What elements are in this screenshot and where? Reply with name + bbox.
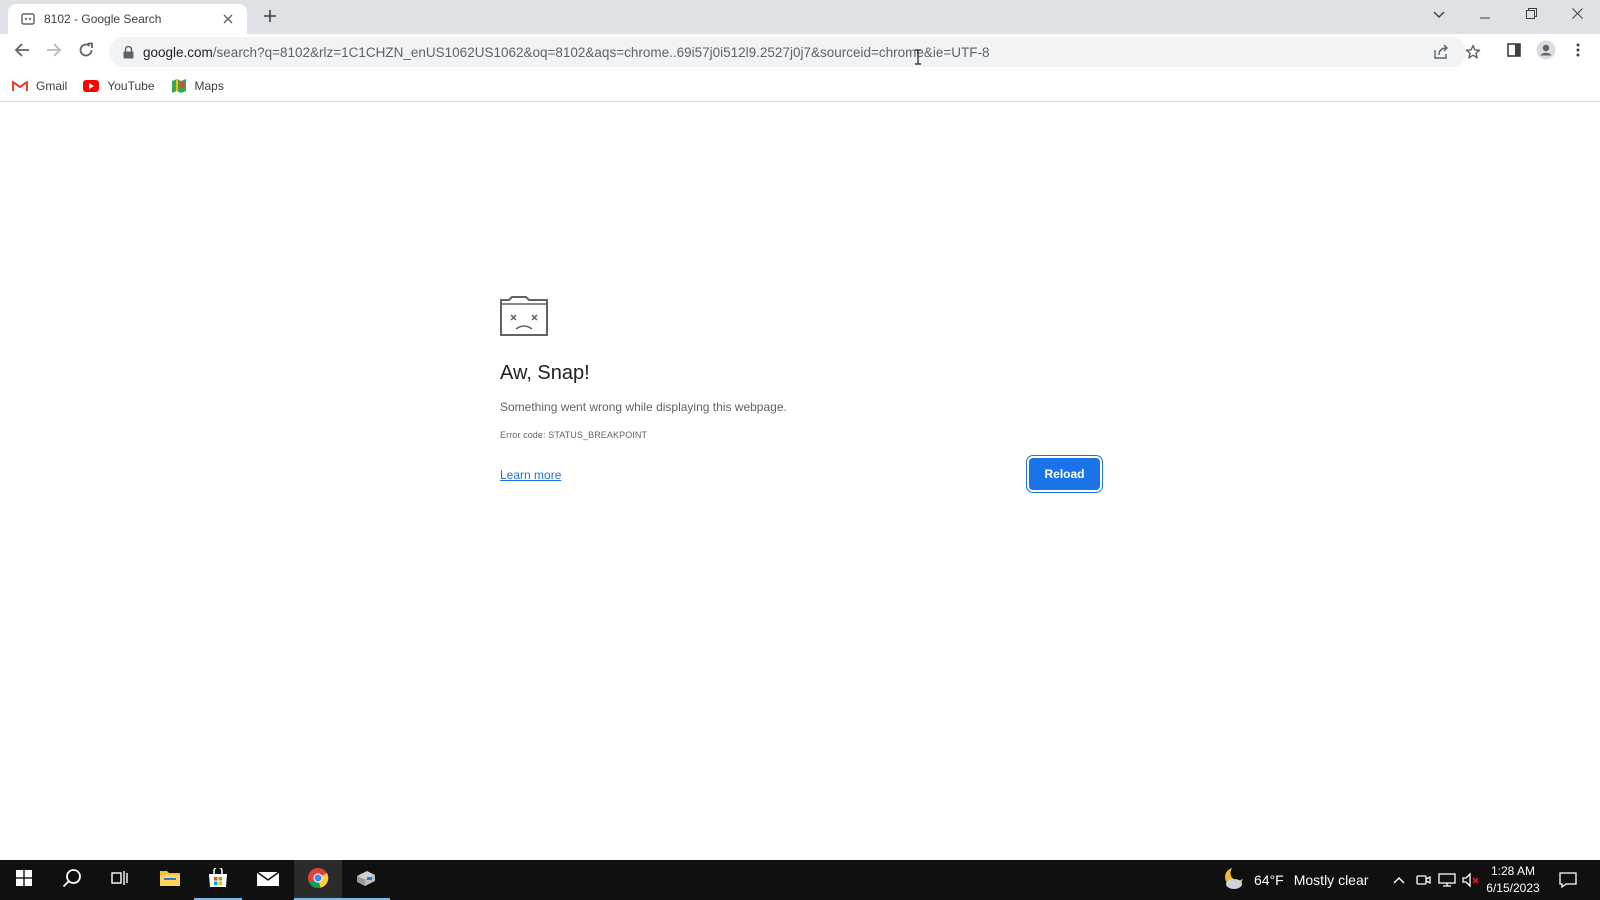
weather-widget[interactable]: 64°F Mostly clear bbox=[1222, 860, 1368, 900]
page-content: Aw, Snap! Something went wrong while dis… bbox=[0, 103, 1600, 860]
search-icon bbox=[62, 868, 82, 893]
forward-button[interactable] bbox=[40, 38, 68, 66]
back-button[interactable] bbox=[8, 38, 36, 66]
bookmark-gmail[interactable]: Gmail bbox=[12, 78, 67, 94]
minimize-button[interactable] bbox=[1462, 0, 1508, 30]
error-title: Aw, Snap! bbox=[500, 362, 590, 384]
error-container: Aw, Snap! Something went wrong while dis… bbox=[500, 296, 1100, 490]
close-icon bbox=[1571, 6, 1583, 24]
bookmark-maps[interactable]: Maps bbox=[171, 78, 224, 94]
tab-search-button[interactable] bbox=[1416, 0, 1462, 30]
file-explorer-button[interactable] bbox=[146, 860, 194, 900]
reload-icon bbox=[78, 42, 94, 63]
url-text: google.com/search?q=8102&rlz=1C1CHZN_enU… bbox=[143, 45, 990, 60]
notification-icon[interactable] bbox=[1558, 870, 1578, 890]
network-icon[interactable] bbox=[1437, 870, 1457, 890]
tab-google-search[interactable]: 8102 - Google Search bbox=[8, 4, 247, 34]
share-icon[interactable] bbox=[1429, 41, 1453, 63]
profile-button[interactable] bbox=[1532, 38, 1560, 66]
window-close-button[interactable] bbox=[1554, 0, 1600, 30]
lock-icon[interactable] bbox=[121, 45, 135, 59]
star-icon[interactable] bbox=[1461, 41, 1485, 63]
app-icon bbox=[355, 868, 377, 893]
bookmarks-bar: Gmail YouTube Maps bbox=[0, 70, 1600, 102]
task-view-icon bbox=[111, 870, 129, 891]
clock-time: 1:28 AM bbox=[1490, 864, 1536, 878]
weather-condition: Mostly clear bbox=[1293, 872, 1369, 888]
restore-icon bbox=[1525, 6, 1537, 24]
plus-icon bbox=[263, 9, 277, 28]
kebab-menu-icon bbox=[1576, 43, 1580, 62]
mail-icon bbox=[256, 869, 280, 892]
text-cursor-icon bbox=[914, 49, 922, 65]
meet-icon[interactable] bbox=[1413, 870, 1433, 890]
clock-date: 6/15/2023 bbox=[1486, 881, 1540, 895]
gmail-icon bbox=[12, 78, 28, 94]
file-explorer-icon bbox=[159, 869, 181, 892]
task-view-button[interactable] bbox=[96, 860, 144, 900]
reload-button[interactable]: Reload bbox=[1029, 458, 1100, 490]
bookmark-label: Gmail bbox=[36, 78, 68, 93]
taskbar: 64°F Mostly clear 1:28 AM 6/15/2023 bbox=[0, 860, 1600, 900]
weather-temp: 64°F bbox=[1254, 872, 1284, 888]
bookmark-label: YouTube bbox=[107, 78, 155, 93]
side-panel-button[interactable] bbox=[1500, 38, 1528, 66]
bookmark-youtube[interactable]: YouTube bbox=[83, 78, 155, 94]
mail-button[interactable] bbox=[244, 860, 292, 900]
tab-title: 8102 - Google Search bbox=[44, 12, 162, 26]
start-button[interactable] bbox=[0, 860, 48, 900]
restore-button[interactable] bbox=[1508, 0, 1554, 30]
address-bar[interactable]: google.com/search?q=8102&rlz=1C1CHZN_enU… bbox=[109, 37, 1481, 67]
store-button[interactable] bbox=[194, 860, 242, 900]
chrome-button[interactable] bbox=[294, 860, 342, 900]
menu-button[interactable] bbox=[1564, 38, 1592, 66]
reload-button[interactable] bbox=[72, 38, 100, 66]
profile-icon bbox=[1536, 40, 1556, 65]
start-icon bbox=[16, 869, 32, 891]
taskbar-search-button[interactable] bbox=[48, 860, 96, 900]
new-tab-button[interactable] bbox=[258, 6, 282, 30]
learn-more-link[interactable]: Learn more bbox=[500, 468, 561, 482]
bookmark-label: Maps bbox=[194, 78, 224, 93]
back-arrow-icon bbox=[14, 42, 30, 63]
tab-search-chevron-icon bbox=[1433, 6, 1445, 24]
maps-icon bbox=[171, 78, 187, 94]
browser-toolbar: google.com/search?q=8102&rlz=1C1CHZN_enU… bbox=[0, 34, 1600, 70]
taskbar-clock[interactable]: 1:28 AM 6/15/2023 bbox=[1478, 863, 1548, 897]
youtube-icon bbox=[83, 78, 100, 94]
error-code: Error code: STATUS_BREAKPOINT bbox=[500, 430, 648, 440]
sad-tab-icon bbox=[500, 296, 548, 336]
url-path: /search?q=8102&rlz=1C1CHZN_enUS1062US106… bbox=[212, 44, 990, 60]
moon-cloud-icon bbox=[1222, 865, 1246, 894]
side-panel-icon bbox=[1507, 42, 1521, 62]
chrome-icon bbox=[307, 867, 329, 894]
app-button[interactable] bbox=[342, 860, 390, 900]
google-search-favicon bbox=[20, 11, 36, 27]
error-actions: Learn more Reload bbox=[500, 458, 1100, 492]
store-icon bbox=[207, 865, 229, 893]
close-icon[interactable] bbox=[219, 10, 237, 28]
url-host: google.com bbox=[143, 44, 213, 60]
error-message: Something went wrong while displaying th… bbox=[500, 400, 787, 414]
minimize-icon bbox=[1480, 6, 1490, 24]
chevron-up-icon[interactable] bbox=[1389, 870, 1409, 890]
tab-strip: 8102 - Google Search bbox=[0, 0, 1600, 34]
forward-arrow-icon bbox=[46, 42, 62, 63]
